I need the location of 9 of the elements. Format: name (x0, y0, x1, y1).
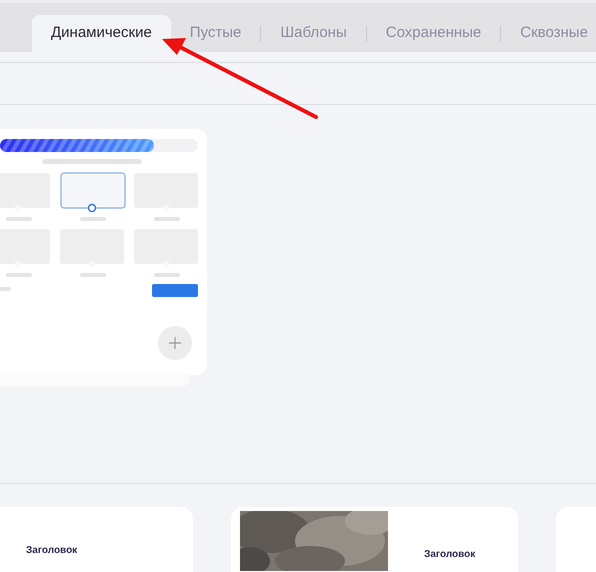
tab[interactable]: Динамические (32, 15, 171, 52)
card-title: Заголовок (424, 548, 476, 562)
card-title: Заголовок (26, 545, 78, 556)
tab[interactable]: Пустые (170, 15, 260, 52)
template-card[interactable]: Заголовок (0, 507, 194, 572)
tab[interactable]: Шаблоны (261, 15, 366, 52)
tab[interactable]: Сквозные (501, 15, 596, 52)
tab[interactable]: Сохраненные (366, 15, 500, 52)
template-card[interactable]: Заголовок (231, 507, 518, 572)
